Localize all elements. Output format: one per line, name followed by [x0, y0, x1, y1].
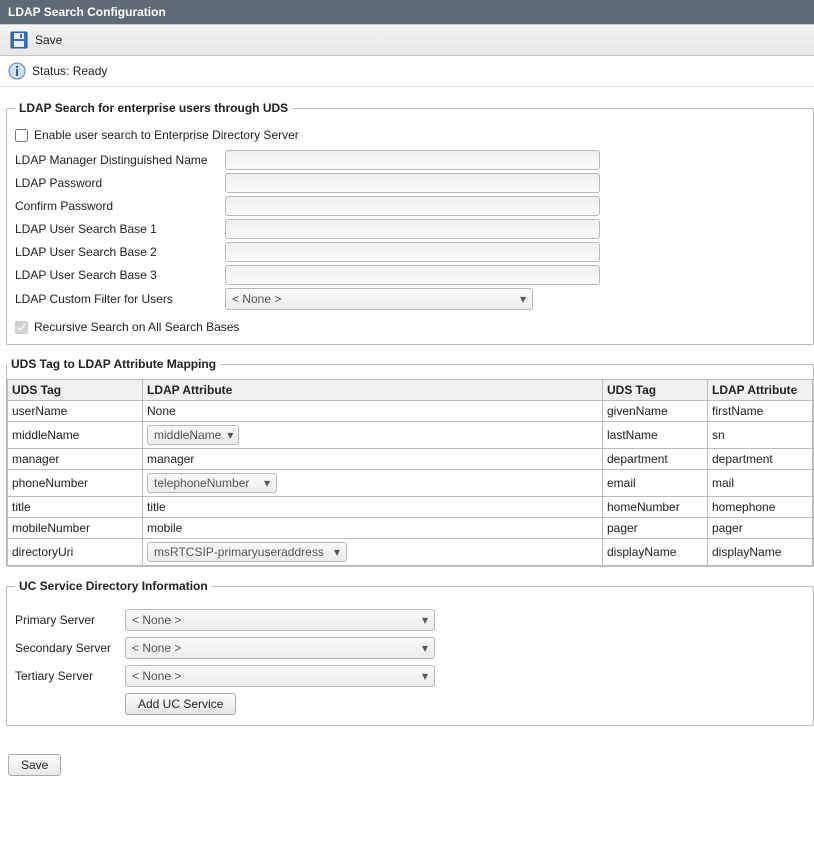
chevron-down-icon: ▾	[264, 476, 270, 490]
secondary-server-label: Secondary Server	[15, 641, 125, 655]
uds-mapping-legend: UDS Tag to LDAP Attribute Mapping	[7, 357, 220, 371]
secondary-server-select[interactable]: < None > ▾	[125, 637, 435, 659]
ldap-dn-label: LDAP Manager Distinguished Name	[15, 153, 225, 167]
status-text: Status: Ready	[32, 64, 107, 78]
chevron-down-icon: ▾	[334, 545, 340, 559]
uds-tag-cell: middleName	[8, 422, 143, 449]
chevron-down-icon: ▾	[227, 428, 233, 442]
page-title: LDAP Search Configuration	[0, 0, 814, 24]
search-base-2-input[interactable]	[225, 242, 600, 262]
table-row: mobileNumbermobilepagerpager	[8, 518, 813, 539]
ldap-attr-select[interactable]: middleName ▾	[147, 425, 239, 445]
chevron-down-icon: ▾	[422, 641, 428, 655]
uds-tag-cell: email	[603, 470, 708, 497]
recursive-search-label: Recursive Search on All Search Bases	[34, 320, 239, 334]
recursive-search-checkbox[interactable]	[15, 321, 28, 334]
table-row: middleName middleName ▾ lastNamesn	[8, 422, 813, 449]
custom-filter-label: LDAP Custom Filter for Users	[15, 292, 225, 306]
tertiary-server-label: Tertiary Server	[15, 669, 125, 683]
ldap-attr-cell: middleName ▾	[143, 422, 603, 449]
toolbar: Save	[0, 24, 814, 56]
table-header-row: UDS Tag LDAP Attribute UDS Tag LDAP Attr…	[8, 380, 813, 401]
uds-mapping-fieldset: UDS Tag to LDAP Attribute Mapping UDS Ta…	[6, 357, 814, 567]
header-uds-tag-2: UDS Tag	[603, 380, 708, 401]
ldap-attr-cell: manager	[143, 449, 603, 470]
tertiary-server-select[interactable]: < None > ▾	[125, 665, 435, 687]
tertiary-server-value: < None >	[132, 669, 181, 683]
header-ldap-attr-2: LDAP Attribute	[708, 380, 813, 401]
ldap-attr-cell: firstName	[708, 401, 813, 422]
uds-tag-cell: phoneNumber	[8, 470, 143, 497]
add-uc-service-button[interactable]: Add UC Service	[125, 693, 236, 715]
ldap-attr-cell: mobile	[143, 518, 603, 539]
save-button-bottom[interactable]: Save	[8, 754, 61, 776]
ldap-password-input[interactable]	[225, 173, 600, 193]
search-base-1-input[interactable]	[225, 219, 600, 239]
info-icon	[8, 62, 26, 80]
ldap-attr-cell: homephone	[708, 497, 813, 518]
save-button[interactable]: Save	[35, 33, 62, 47]
ldap-attr-value: telephoneNumber	[154, 476, 249, 490]
ldap-attr-cell: None	[143, 401, 603, 422]
custom-filter-select[interactable]: < None > ▾	[225, 288, 533, 310]
uds-tag-cell: homeNumber	[603, 497, 708, 518]
table-row: directoryUri msRTCSIP-primaryuseraddress ▾…	[8, 539, 813, 566]
uds-tag-cell: mobileNumber	[8, 518, 143, 539]
uds-tag-cell: givenName	[603, 401, 708, 422]
ldap-attr-select[interactable]: telephoneNumber ▾	[147, 473, 277, 493]
uc-service-legend: UC Service Directory Information	[15, 579, 212, 593]
uds-tag-cell: displayName	[603, 539, 708, 566]
ldap-attr-cell: title	[143, 497, 603, 518]
uds-tag-cell: directoryUri	[8, 539, 143, 566]
chevron-down-icon: ▾	[422, 613, 428, 627]
search-base-3-input[interactable]	[225, 265, 600, 285]
header-ldap-attr-1: LDAP Attribute	[143, 380, 603, 401]
chevron-down-icon: ▾	[422, 669, 428, 683]
chevron-down-icon: ▾	[520, 292, 526, 306]
uds-tag-cell: userName	[8, 401, 143, 422]
ldap-attr-cell: department	[708, 449, 813, 470]
search-base-3-label: LDAP User Search Base 3	[15, 268, 225, 282]
ldap-attr-cell: displayName	[708, 539, 813, 566]
uc-service-fieldset: UC Service Directory Information Primary…	[6, 579, 814, 726]
ldap-search-legend: LDAP Search for enterprise users through…	[15, 101, 292, 115]
ldap-attr-cell: sn	[708, 422, 813, 449]
enable-user-search-label: Enable user search to Enterprise Directo…	[34, 128, 299, 142]
mapping-table: UDS Tag LDAP Attribute UDS Tag LDAP Attr…	[7, 379, 813, 566]
primary-server-value: < None >	[132, 613, 181, 627]
uds-tag-cell: department	[603, 449, 708, 470]
save-icon[interactable]	[8, 29, 30, 51]
ldap-attr-select[interactable]: msRTCSIP-primaryuseraddress ▾	[147, 542, 347, 562]
ldap-search-fieldset: LDAP Search for enterprise users through…	[6, 101, 814, 345]
ldap-attr-value: msRTCSIP-primaryuseraddress	[154, 545, 324, 559]
ldap-password-label: LDAP Password	[15, 176, 225, 190]
ldap-attr-cell: pager	[708, 518, 813, 539]
primary-server-label: Primary Server	[15, 613, 125, 627]
ldap-attr-cell: msRTCSIP-primaryuseraddress ▾	[143, 539, 603, 566]
search-base-2-label: LDAP User Search Base 2	[15, 245, 225, 259]
ldap-attr-value: middleName	[154, 428, 221, 442]
uds-tag-cell: title	[8, 497, 143, 518]
uds-tag-cell: pager	[603, 518, 708, 539]
status-bar: Status: Ready	[0, 56, 814, 87]
custom-filter-value: < None >	[232, 292, 281, 306]
confirm-password-label: Confirm Password	[15, 199, 225, 213]
table-row: userNameNonegivenNamefirstName	[8, 401, 813, 422]
secondary-server-value: < None >	[132, 641, 181, 655]
table-row: managermanagerdepartmentdepartment	[8, 449, 813, 470]
search-base-1-label: LDAP User Search Base 1	[15, 222, 225, 236]
ldap-dn-input[interactable]	[225, 150, 600, 170]
primary-server-select[interactable]: < None > ▾	[125, 609, 435, 631]
confirm-password-input[interactable]	[225, 196, 600, 216]
table-row: phoneNumber telephoneNumber ▾ emailmail	[8, 470, 813, 497]
uds-tag-cell: manager	[8, 449, 143, 470]
enable-user-search-checkbox[interactable]	[15, 129, 28, 142]
ldap-attr-cell: telephoneNumber ▾	[143, 470, 603, 497]
header-uds-tag-1: UDS Tag	[8, 380, 143, 401]
uds-tag-cell: lastName	[603, 422, 708, 449]
ldap-attr-cell: mail	[708, 470, 813, 497]
table-row: titletitlehomeNumberhomephone	[8, 497, 813, 518]
